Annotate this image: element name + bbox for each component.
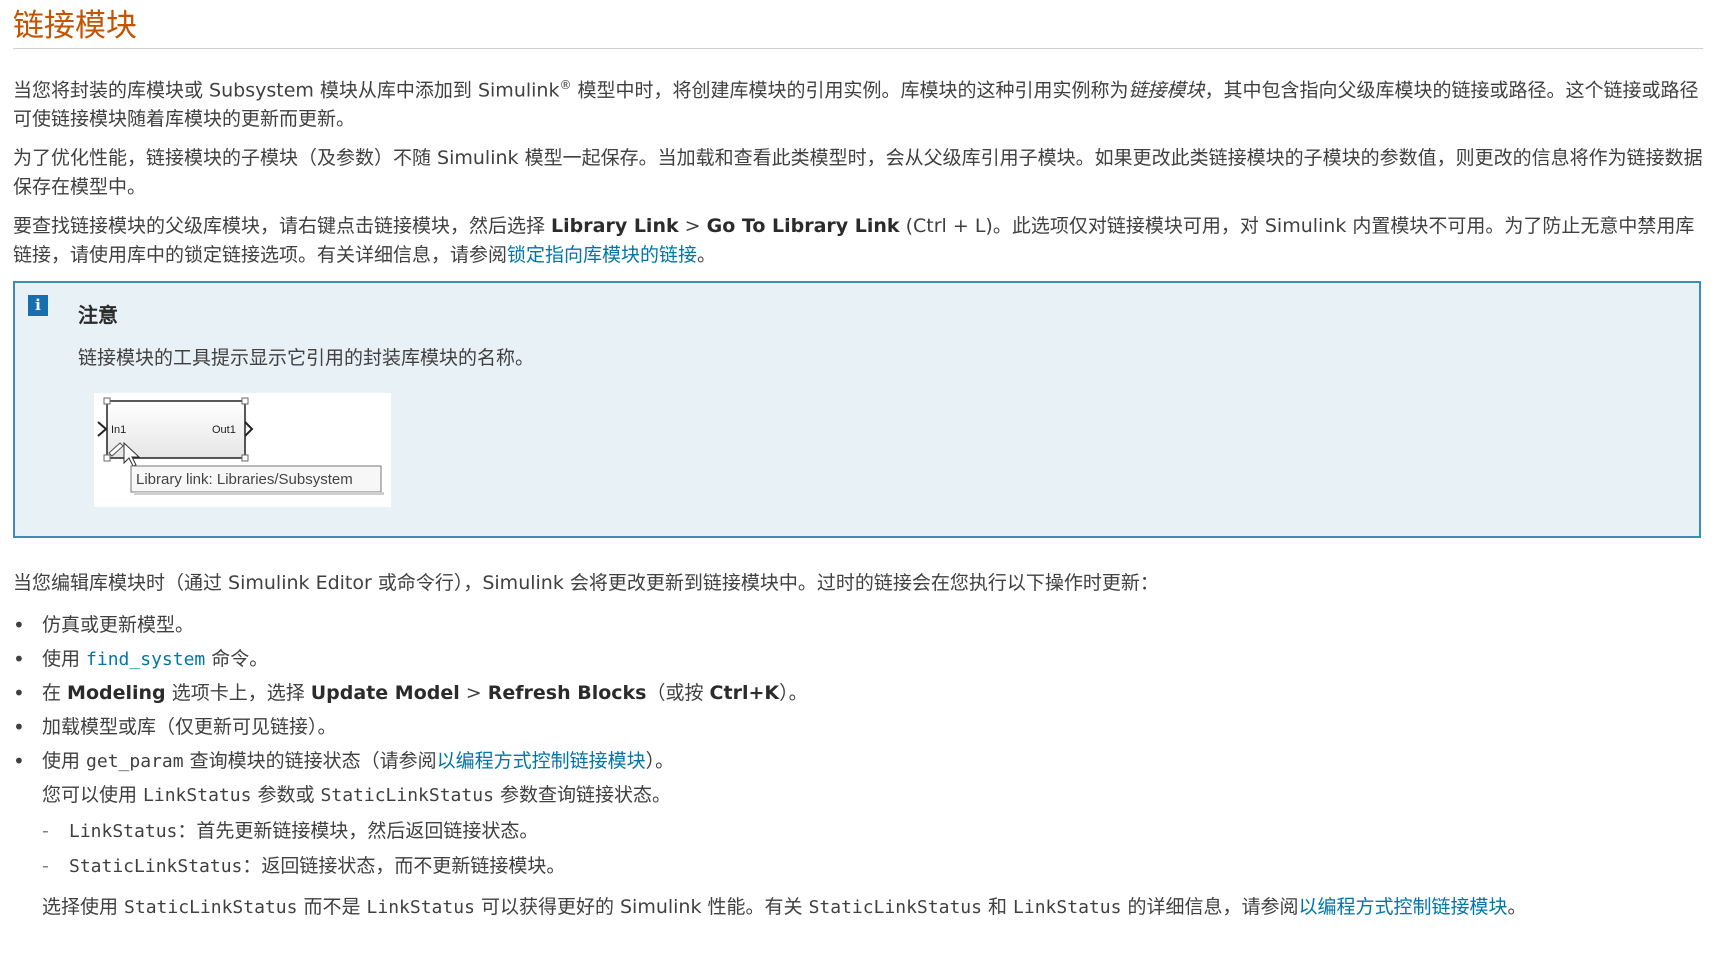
input-port [97,421,108,438]
resize-handle [103,454,111,462]
resize-handle [103,397,111,405]
emphasis-term: 链接模块 [1128,79,1205,102]
text: 使用 [42,647,87,670]
port-label-out: Out1 [212,424,236,436]
text: 选项卡上，选择 [165,681,311,704]
code-linkstatus: LinkStatus [366,896,475,918]
text: 。 [1507,895,1527,918]
code-linkstatus: LinkStatus [143,784,252,806]
text: 参数查询链接状态。 [493,783,671,806]
link-status-paragraph: 您可以使用 LinkStatus 参数或 StaticLinkStatus 参数… [13,782,1703,818]
paragraph-performance: 为了优化性能，链接模块的子模块（及参数）不随 Simulink 模型一起保存。当… [13,147,1703,198]
paragraph-intro: 当您将封装的库模块或 Subsystem 模块从库中添加到 Simulink® … [13,71,1703,133]
text: ：首先更新链接模块，然后返回链接状态。 [177,819,539,842]
code-staticlinkstatus: StaticLinkStatus [69,855,243,877]
resize-handle [241,397,249,405]
link-programmatic-control[interactable]: 以编程方式控制链接模块 [437,750,646,772]
port-label-in: In1 [111,424,126,436]
tooltip-screenshot: In1 Out1 Library link: Libraries/Subsyst… [94,393,391,508]
text: 仿真或更新模型。 [42,613,195,636]
text: 命令。 [205,647,269,670]
list-item: • 在 Modeling 选项卡上，选择 Update Model > Refre… [13,680,808,705]
text: 使用 [42,749,87,772]
resize-handle [241,454,249,462]
list-item: - LinkStatus：首先更新链接模块，然后返回链接状态。 [42,819,539,842]
registered-mark: ® [559,78,572,92]
text: 您可以使用 [42,783,144,806]
text: 在 [42,681,68,704]
content: 链接模块 当您将封装的库模块或 Subsystem 模块从库中添加到 Simul… [13,0,1703,921]
performance-note: 选择使用 StaticLinkStatus 而不是 LinkStatus 可以获… [13,894,1703,921]
code-staticlinkstatus: StaticLinkStatus [320,784,494,806]
link-lock-links[interactable]: 锁定指向库模块的链接 [507,244,697,266]
code-staticlinkstatus: StaticLinkStatus [808,896,982,918]
code-linkstatus: LinkStatus [1013,896,1122,918]
text: 的详细信息，请参阅 [1121,895,1299,918]
text: ）。 [779,681,808,704]
menu-update-model: Update Model [310,681,460,704]
text: 模型中时，将创建库模块的引用实例。库模块的这种引用实例称为 [571,79,1129,102]
text: 。 [697,243,717,266]
text: 要查找链接模块的父级库模块，请右键点击链接模块，然后选择 [13,215,552,238]
menu-go-to-library-link: Go To Library Link [706,215,900,238]
text: ）。 [645,749,675,772]
tooltip-text: Library link: Libraries/Subsystem [136,471,353,488]
text: 可以获得更好的 Simulink 性能。有关 [474,895,809,918]
text: 选择使用 [42,895,125,918]
list-item: • 仿真或更新模型。 [13,612,195,637]
text: （或按 [646,681,710,704]
link-status-list: - LinkStatus：首先更新链接模块，然后返回链接状态。 - StaticLi… [13,818,1703,888]
list-item: • 使用 find_system 命令。 [13,646,269,671]
paragraph-find-parent: 要查找链接模块的父级库模块，请右键点击链接模块，然后选择 Library Lin… [13,212,1703,269]
code-staticlinkstatus: StaticLinkStatus [124,896,298,918]
list-item: • 使用 get_param 查询模块的链接状态（请参阅以编程方式控制链接模块）。 [13,748,675,773]
text: > [678,215,707,238]
code-linkstatus: LinkStatus [69,820,178,842]
shortcut-ctrl-k: Ctrl+K [709,681,780,704]
text: 而不是 [297,895,367,918]
text: 参数或 [251,783,321,806]
block-illustration: In1 Out1 Library link: Libraries/Subsyst… [97,397,384,496]
note-box: i 注意 链接模块的工具提示显示它引用的封装库模块的名称。 In1 Out1 L… [13,281,1701,539]
menu-library-link: Library Link [551,215,679,238]
text: 当您将封装的库模块或 Subsystem 模块从库中添加到 Simulink [13,79,560,102]
text: > [459,681,488,704]
info-icon: i [28,295,48,317]
text: 查询模块的链接状态（请参阅 [183,749,437,772]
note-title: 注意 [78,303,118,328]
list-item: • 加载模型或库（仅更新可见链接）。 [13,714,337,739]
text: 加载模型或库（仅更新可见链接）。 [42,715,337,738]
code-find-system[interactable]: find_system [86,649,205,670]
tab-modeling: Modeling [67,681,166,704]
output-port [244,421,254,438]
note-text: 链接模块的工具提示显示它引用的封装库模块的名称。 [78,347,535,370]
tooltip-shadow [134,492,384,496]
update-actions-list: • 仿真或更新模型。 • 使用 find_system 命令。 • 在 Modelin… [13,612,1703,782]
paragraph-editing: 当您编辑库模块时（通过 Simulink Editor 或命令行），Simuli… [13,572,1159,595]
code-get-param: get_param [86,750,184,772]
text: ：返回链接状态，而不更新链接模块。 [242,854,566,877]
page-title: 链接模块 [13,0,1703,49]
text: 和 [981,895,1014,918]
menu-refresh-blocks: Refresh Blocks [487,681,647,704]
list-item: - StaticLinkStatus：返回链接状态，而不更新链接模块。 [42,854,566,877]
link-programmatic-control[interactable]: 以编程方式控制链接模块 [1298,896,1507,918]
